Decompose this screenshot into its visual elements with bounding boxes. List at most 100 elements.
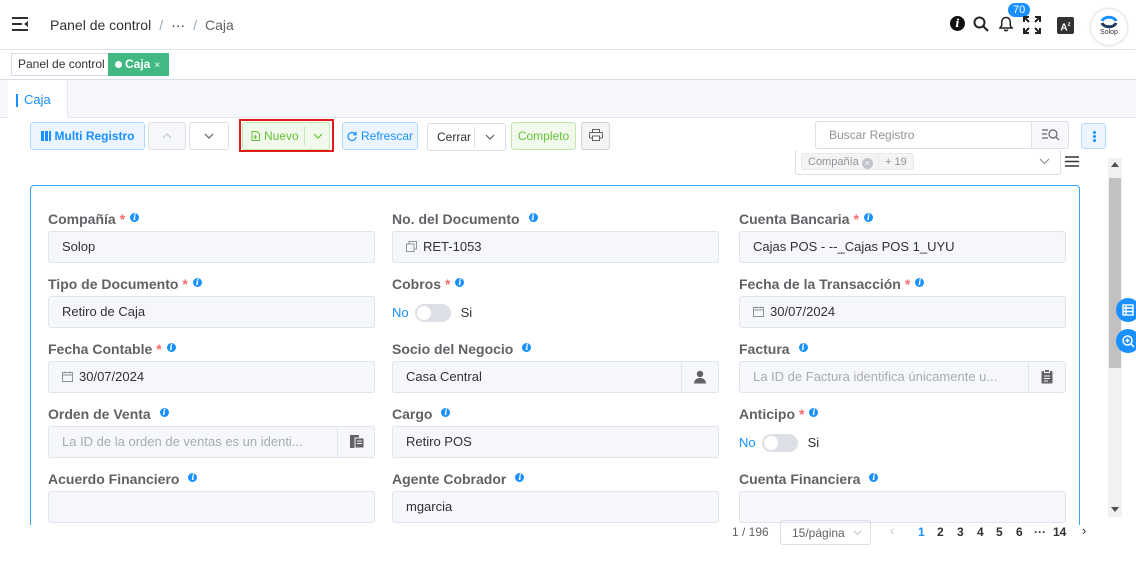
field-label: Tipo de Documento * i [48, 276, 202, 292]
info-icon: i [798, 343, 808, 352]
breadcrumb: Panel de control / ··· / Caja [50, 17, 234, 33]
columns-select[interactable]: Compañía × + 19 [795, 150, 1061, 175]
invoice-search-button[interactable] [1028, 362, 1065, 392]
chevron-down-icon [204, 133, 214, 139]
close-tag-icon[interactable]: × [154, 60, 160, 71]
sales-order-search-button[interactable] [337, 427, 374, 457]
close-action-label: Cerrar [437, 130, 472, 144]
page-ellipsis[interactable]: ··· [1034, 525, 1046, 539]
partner-search-button[interactable] [681, 362, 718, 392]
multi-record-label: Multi Registro [54, 129, 135, 143]
bank-account-input[interactable]: Cajas POS - --_Cajas POS 1_UYU [739, 231, 1066, 263]
language-icon[interactable]: Az [1057, 17, 1074, 34]
zoom-search-icon[interactable] [1116, 329, 1136, 353]
record-counter: 1 / 196 [732, 525, 769, 539]
toggle-switch [414, 304, 451, 322]
financial-agreement-input[interactable] [48, 491, 375, 523]
close-chip-icon[interactable]: × [861, 158, 873, 169]
more-columns-chip: + 19 [878, 153, 914, 170]
info-icon: i [159, 408, 169, 417]
invoice-placeholder: La ID de Factura identifica únicamente u… [753, 369, 998, 384]
next-page-icon[interactable]: › [1082, 523, 1086, 538]
search-icon[interactable] [973, 16, 989, 32]
info-icon: i [869, 473, 879, 482]
cobros-switch[interactable]: No Si [392, 303, 472, 323]
scroll-down-icon[interactable] [1111, 507, 1119, 512]
record-list-icon[interactable] [1116, 298, 1136, 322]
breadcrumb-ellipsis[interactable]: ··· [171, 17, 185, 33]
more-options-button[interactable] [1081, 123, 1106, 149]
page-size-select[interactable]: 15/página [780, 520, 871, 545]
window-tabs: Caja [0, 80, 1136, 118]
next-record-button[interactable] [189, 122, 229, 150]
chevron-up-icon [162, 133, 172, 139]
info-icon: i [130, 213, 140, 222]
page-3[interactable]: 3 [957, 525, 964, 539]
tag-panel-de-control[interactable]: Panel de control [11, 53, 112, 76]
accounting-date-value: 30/07/2024 [79, 369, 145, 384]
breadcrumb-current: Caja [204, 17, 234, 33]
page-5[interactable]: 5 [996, 525, 1003, 539]
multi-record-button[interactable]: Multi Registro [30, 122, 145, 150]
bell-icon[interactable] [998, 16, 1014, 32]
business-partner-input[interactable]: Casa Central [392, 361, 719, 393]
info-icon: i [441, 408, 451, 417]
info-icon: i [515, 473, 525, 482]
search-button[interactable] [1031, 122, 1068, 148]
compania-input[interactable]: Solop [48, 231, 375, 263]
charge-input[interactable]: Retiro POS [392, 426, 719, 458]
field-label: Factura i [739, 341, 808, 357]
field-label: Acuerdo Financiero i [48, 471, 198, 487]
transaction-date-input[interactable]: 30/07/2024 [739, 296, 1066, 328]
previous-record-button[interactable] [148, 122, 186, 150]
page-4[interactable]: 4 [977, 525, 984, 539]
close-action-dropdown[interactable]: Cerrar [427, 123, 506, 151]
scroll-up-icon[interactable] [1111, 162, 1119, 167]
page-1[interactable]: 1 [918, 525, 925, 539]
sales-order-placeholder: La ID de la orden de ventas es un identi… [62, 434, 303, 449]
solop-logo-icon [1100, 15, 1118, 29]
financial-account-input[interactable] [739, 491, 1066, 523]
transaction-date-value: 30/07/2024 [770, 304, 836, 319]
complete-button[interactable]: Completo [511, 122, 576, 150]
refresh-button[interactable]: Refrescar [342, 122, 418, 150]
page-14[interactable]: 14 [1053, 525, 1066, 539]
document-list-icon [350, 435, 365, 449]
tab-caja[interactable]: Caja [8, 80, 68, 118]
collector-agent-input[interactable]: mgarcia [392, 491, 719, 523]
info-icon: i [522, 343, 532, 352]
sales-order-input[interactable]: La ID de la orden de ventas es un identi… [48, 426, 375, 458]
previous-page-icon[interactable]: ‹ [890, 523, 894, 538]
record-form-panel: Compañía * i Solop No. del Documento i RET-… [30, 185, 1080, 525]
print-button[interactable] [581, 122, 610, 150]
split-divider [474, 127, 475, 147]
notification-badge: 70 [1008, 3, 1031, 17]
top-navbar: Panel de control / ··· / Caja i 70 Az Solop [0, 0, 1136, 50]
info-icon: i [809, 408, 819, 417]
refresh-label: Refrescar [360, 129, 413, 143]
anticipo-switch[interactable]: No Si [739, 433, 819, 453]
document-type-input[interactable]: Retiro de Caja [48, 296, 375, 328]
breadcrumb-home[interactable]: Panel de control [50, 17, 151, 33]
info-icon[interactable]: i [950, 16, 965, 31]
list-icon[interactable] [1065, 156, 1079, 167]
hamburger-menu-icon[interactable] [12, 17, 28, 31]
field-label: Fecha de la Transacción * i [739, 276, 925, 292]
user-avatar[interactable]: Solop [1091, 9, 1127, 45]
document-number-input[interactable]: RET-1053 [392, 231, 719, 263]
active-dot-icon [115, 61, 122, 68]
search-records [815, 121, 1069, 149]
tag-caja[interactable]: Caja × [108, 53, 170, 76]
page-6[interactable]: 6 [1016, 525, 1023, 539]
page-2[interactable]: 2 [937, 525, 944, 539]
info-icon: i [455, 278, 465, 287]
list-search-icon [1042, 129, 1060, 141]
fullscreen-icon[interactable] [1023, 16, 1041, 34]
invoice-input[interactable]: La ID de Factura identifica únicamente u… [739, 361, 1066, 393]
complete-label: Completo [517, 129, 570, 143]
toggle-switch [761, 434, 798, 452]
info-icon: i [863, 213, 873, 222]
search-input[interactable] [816, 122, 1032, 148]
clipboard-icon [1041, 369, 1053, 384]
accounting-date-input[interactable]: 30/07/2024 [48, 361, 375, 393]
